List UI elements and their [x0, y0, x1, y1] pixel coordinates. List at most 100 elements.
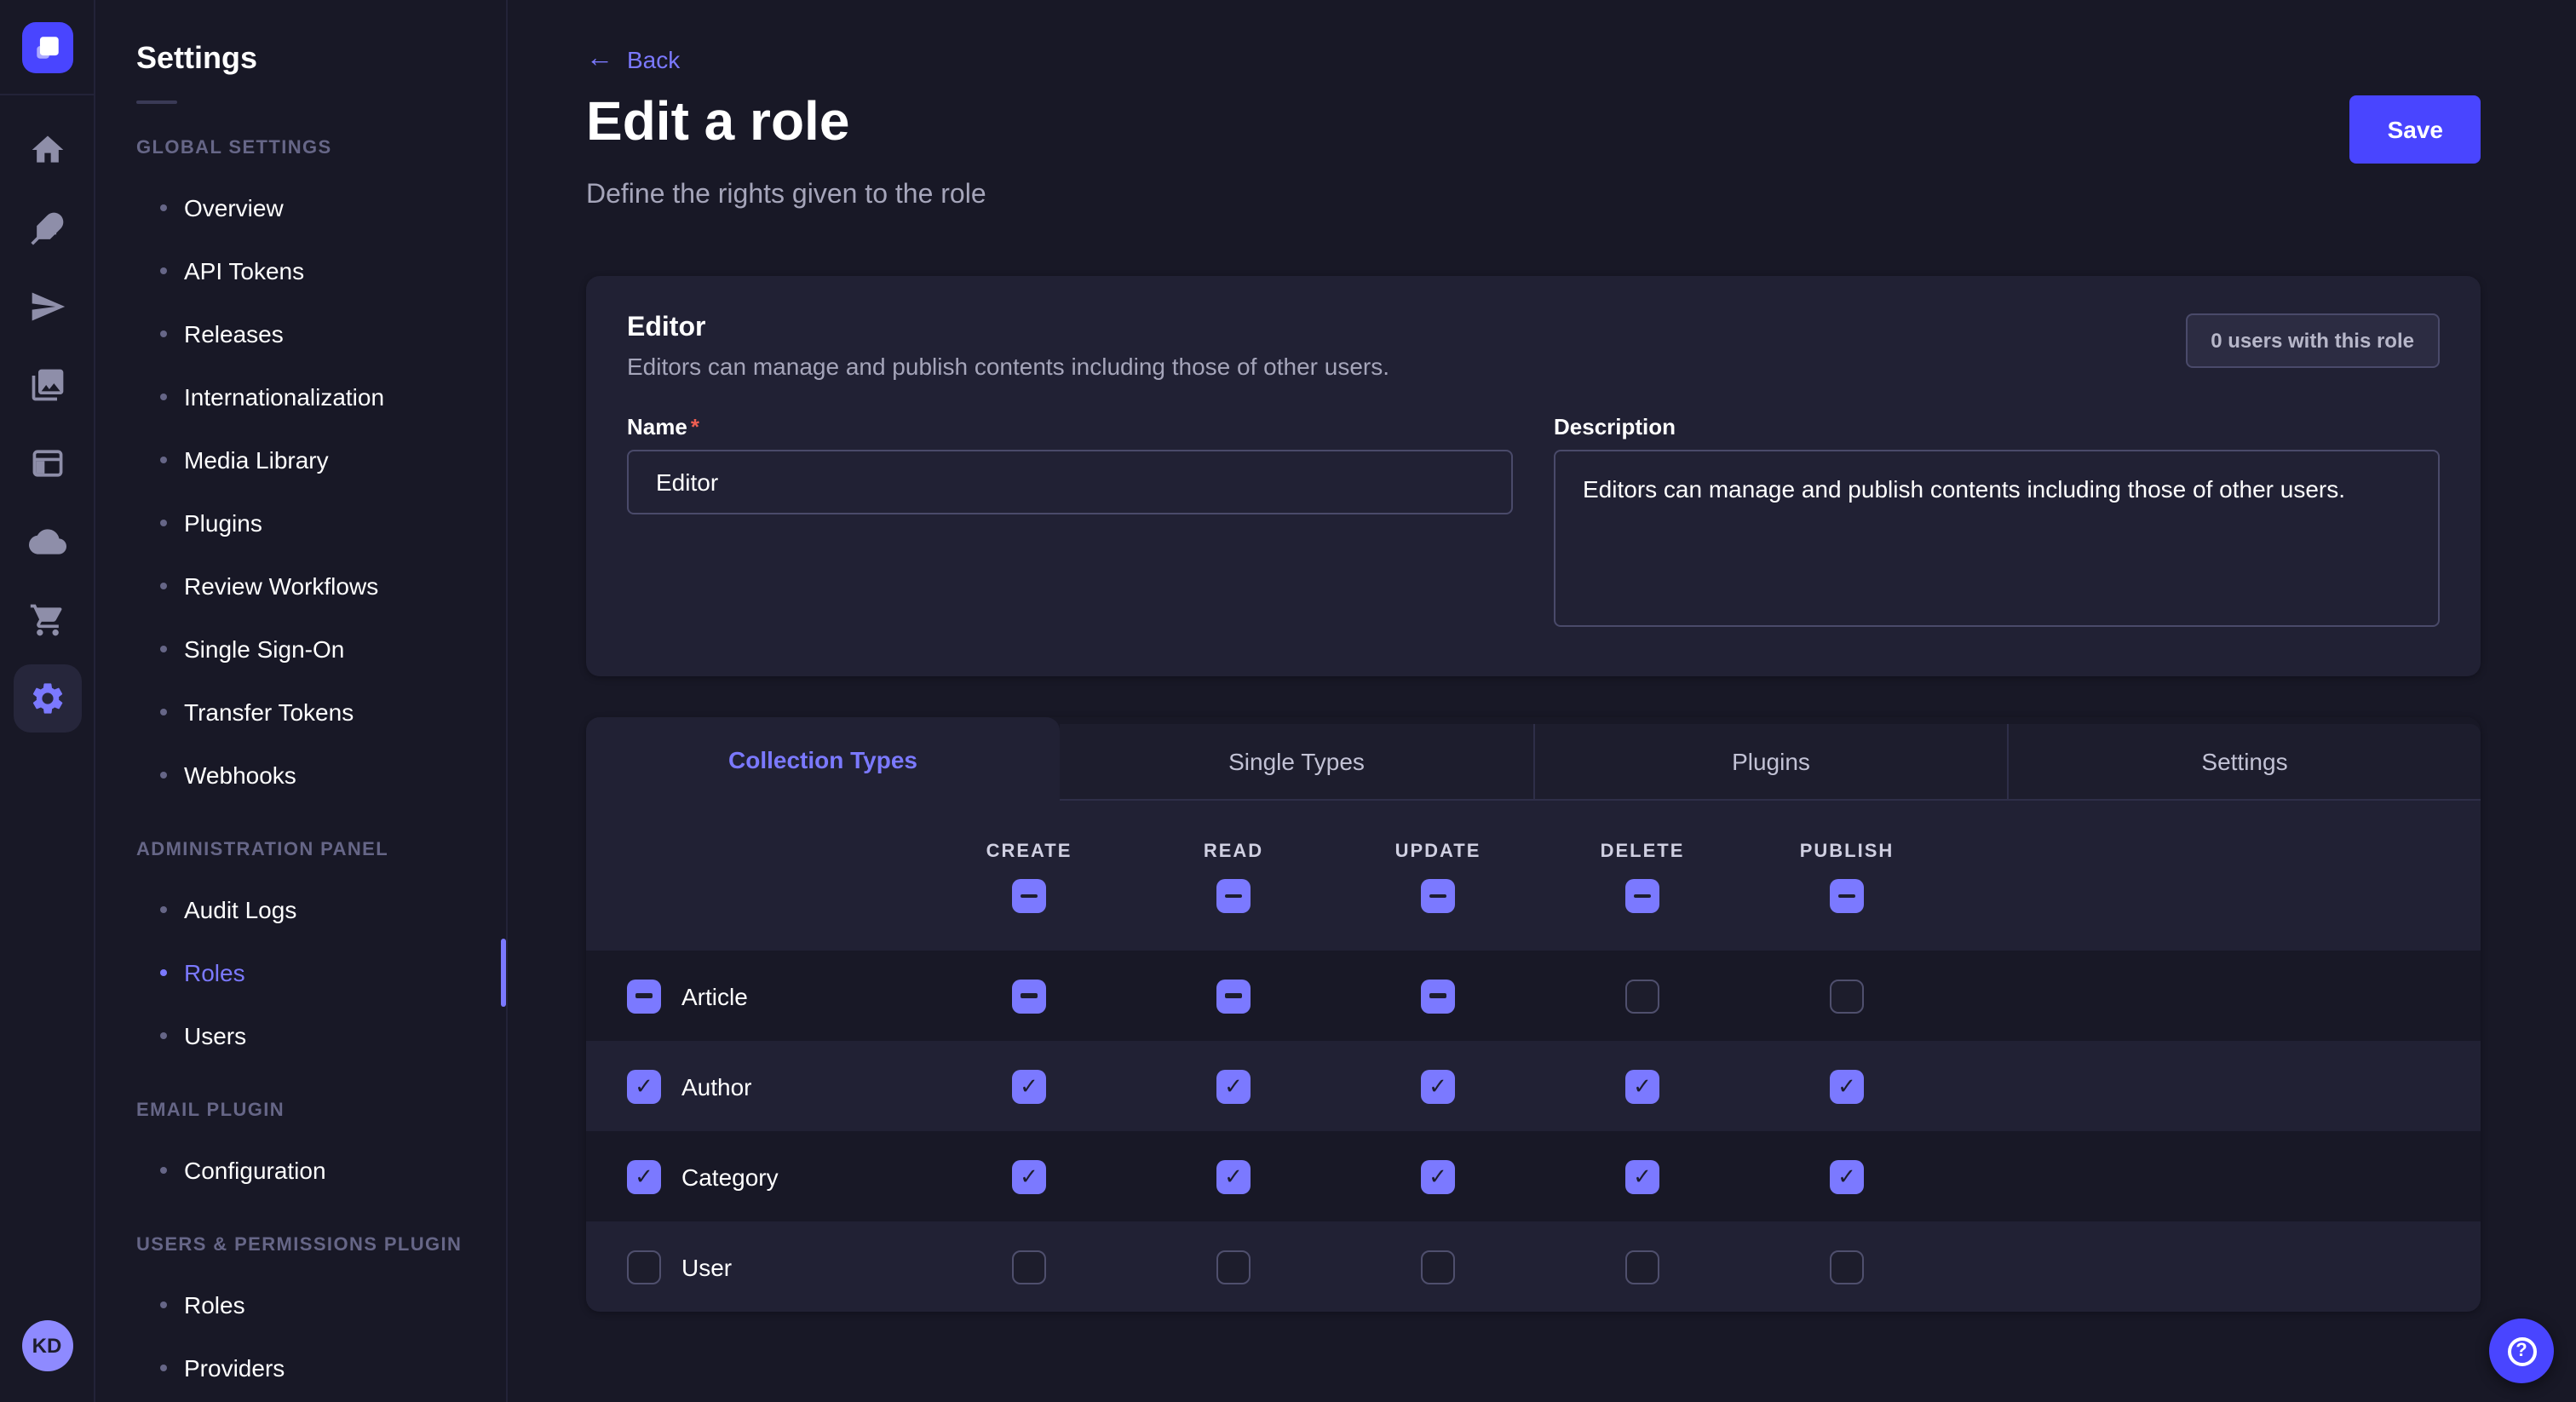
column-header-publish: PUBLISH [1745, 842, 1949, 951]
strapi-logo-icon [21, 21, 72, 72]
subnav-item-transfer-tokens[interactable]: Transfer Tokens [136, 680, 465, 743]
checkbox-user-publish-unchecked[interactable] [1830, 1250, 1864, 1284]
media-library-icon[interactable] [13, 351, 81, 419]
cart-icon[interactable] [13, 586, 81, 654]
subnav-item-providers[interactable]: Providers [136, 1336, 465, 1399]
cell-author-create [927, 1069, 1131, 1103]
checkbox-user-read-unchecked[interactable] [1216, 1250, 1251, 1284]
settings-gear-icon[interactable] [13, 664, 81, 733]
checkbox-article-read-indeterminate[interactable] [1216, 979, 1251, 1013]
bullet-icon [160, 267, 167, 273]
checkbox-row-category-checked[interactable] [627, 1159, 661, 1193]
subnav-item-roles[interactable]: Roles [136, 940, 465, 1003]
subnav-item-label: API Tokens [184, 256, 304, 284]
checkbox-category-read-checked[interactable] [1216, 1159, 1251, 1193]
role-details-card: Editor Editors can manage and publish co… [586, 276, 2481, 676]
column-header-update: UPDATE [1336, 842, 1540, 951]
checkbox-category-delete-checked[interactable] [1625, 1159, 1659, 1193]
checkbox-user-delete-unchecked[interactable] [1625, 1250, 1659, 1284]
checkbox-author-create-checked[interactable] [1012, 1069, 1046, 1103]
checkbox-category-update-checked[interactable] [1421, 1159, 1455, 1193]
main-content: ← Back Edit a role Save Define the right… [508, 0, 2576, 1402]
description-field-group: Description Editors can manage and publi… [1554, 414, 2440, 635]
cell-article-delete [1540, 979, 1745, 1013]
bullet-icon [160, 330, 167, 336]
permissions-tabs: Collection TypesSingle TypesPluginsSetti… [586, 717, 2481, 801]
checkbox-select-all-update-indeterminate[interactable] [1421, 879, 1455, 913]
cloud-icon[interactable] [13, 508, 81, 576]
checkbox-category-publish-checked[interactable] [1830, 1159, 1864, 1193]
strapi-logo[interactable] [0, 0, 94, 95]
bullet-icon [160, 708, 167, 715]
subnav-section-users-permissions-plugin: USERS & PERMISSIONS PLUGIN [136, 1235, 465, 1255]
subnav-item-internationalization[interactable]: Internationalization [136, 365, 465, 428]
subnav-item-api-tokens[interactable]: API Tokens [136, 238, 465, 302]
bullet-icon [160, 456, 167, 463]
cell-author-publish [1745, 1069, 1949, 1103]
subnav-item-roles[interactable]: Roles [136, 1273, 465, 1336]
subnav-item-users[interactable]: Users [136, 1003, 465, 1066]
settings-subnav: Settings GLOBAL SETTINGSOverviewAPI Toke… [95, 0, 508, 1402]
permissions-table-header: CREATEREADUPDATEDELETEPUBLISH [586, 801, 2481, 951]
description-label: Description [1554, 414, 2440, 440]
subnav-item-overview[interactable]: Overview [136, 175, 465, 238]
layout-icon[interactable] [13, 429, 81, 497]
checkbox-article-update-indeterminate[interactable] [1421, 979, 1455, 1013]
checkbox-category-create-checked[interactable] [1012, 1159, 1046, 1193]
bullet-icon [160, 1301, 167, 1307]
checkbox-row-article-indeterminate[interactable] [627, 979, 661, 1013]
tab-single-types[interactable]: Single Types [1060, 724, 1533, 801]
checkbox-author-read-checked[interactable] [1216, 1069, 1251, 1103]
name-input[interactable] [627, 450, 1513, 514]
cell-user-create [927, 1250, 1131, 1284]
subnav-item-review-workflows[interactable]: Review Workflows [136, 554, 465, 617]
permissions-table-rows: ArticleAuthorCategoryUser [586, 951, 2481, 1312]
checkbox-row-user-unchecked[interactable] [627, 1250, 661, 1284]
cell-article-read [1131, 979, 1336, 1013]
checkbox-row-author-checked[interactable] [627, 1069, 661, 1103]
subnav-item-label: Transfer Tokens [184, 698, 354, 725]
page-header: Edit a role Save [586, 92, 2481, 164]
column-label-delete: DELETE [1601, 842, 1685, 862]
subnav-item-plugins[interactable]: Plugins [136, 491, 465, 554]
role-fields-row: Name* Description Editors can manage and… [627, 414, 2440, 635]
description-textarea[interactable]: Editors can manage and publish contents … [1554, 450, 2440, 627]
avatar[interactable]: KD [21, 1320, 72, 1371]
main-nav-rail: KD [0, 0, 95, 1402]
table-row-author: Author [586, 1041, 2481, 1131]
subnav-item-configuration[interactable]: Configuration [136, 1138, 465, 1201]
name-field-group: Name* [627, 414, 1513, 635]
checkbox-article-create-indeterminate[interactable] [1012, 979, 1046, 1013]
home-icon[interactable] [13, 116, 81, 184]
subnav-divider [136, 101, 177, 104]
checkbox-article-publish-unchecked[interactable] [1830, 979, 1864, 1013]
help-button[interactable]: ? [2489, 1319, 2554, 1383]
save-button[interactable]: Save [2350, 95, 2481, 164]
checkbox-article-delete-unchecked[interactable] [1625, 979, 1659, 1013]
cell-user-delete [1540, 1250, 1745, 1284]
feather-icon[interactable] [13, 194, 81, 262]
cell-category-update [1336, 1159, 1540, 1193]
checkbox-select-all-publish-indeterminate[interactable] [1830, 879, 1864, 913]
subnav-item-single-sign-on[interactable]: Single Sign-On [136, 617, 465, 680]
checkbox-select-all-create-indeterminate[interactable] [1012, 879, 1046, 913]
cell-category-create [927, 1159, 1131, 1193]
tab-plugins[interactable]: Plugins [1533, 724, 2007, 801]
checkbox-user-create-unchecked[interactable] [1012, 1250, 1046, 1284]
paper-plane-icon[interactable] [13, 273, 81, 341]
checkbox-select-all-delete-indeterminate[interactable] [1625, 879, 1659, 913]
checkbox-author-publish-checked[interactable] [1830, 1069, 1864, 1103]
column-header-delete: DELETE [1540, 842, 1745, 951]
subnav-item-media-library[interactable]: Media Library [136, 428, 465, 491]
checkbox-author-delete-checked[interactable] [1625, 1069, 1659, 1103]
subnav-item-audit-logs[interactable]: Audit Logs [136, 877, 465, 940]
checkbox-user-update-unchecked[interactable] [1421, 1250, 1455, 1284]
subnav-item-webhooks[interactable]: Webhooks [136, 743, 465, 806]
subnav-item-releases[interactable]: Releases [136, 302, 465, 365]
checkbox-author-update-checked[interactable] [1421, 1069, 1455, 1103]
tab-collection-types[interactable]: Collection Types [586, 717, 1060, 801]
app-root: KD Settings GLOBAL SETTINGSOverviewAPI T… [0, 0, 2576, 1402]
tab-settings[interactable]: Settings [2007, 724, 2481, 801]
back-link[interactable]: ← Back [586, 46, 680, 73]
checkbox-select-all-read-indeterminate[interactable] [1216, 879, 1251, 913]
